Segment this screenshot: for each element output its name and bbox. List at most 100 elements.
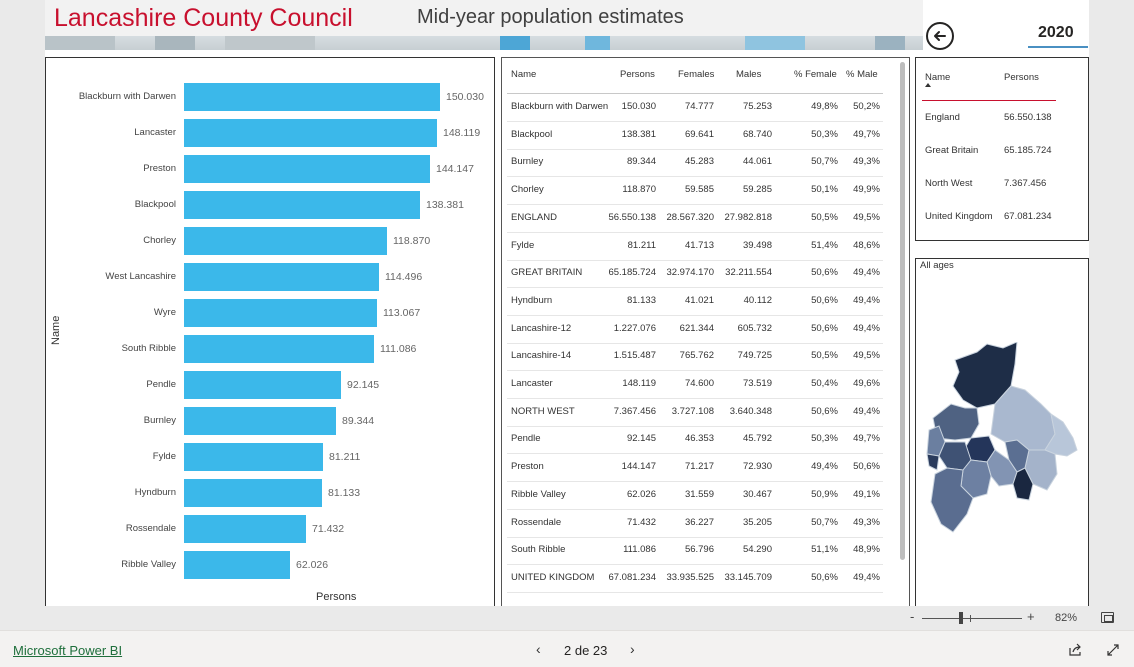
table-column-header[interactable]: Males	[736, 69, 761, 80]
bar-value-label: 118.870	[393, 235, 431, 247]
back-button[interactable]	[926, 22, 954, 50]
bar-value-label: 81.133	[328, 487, 361, 499]
bar-value-label: 62.026	[296, 559, 329, 571]
bar[interactable]	[184, 551, 290, 579]
next-page-button[interactable]: ›	[630, 641, 635, 657]
map-region-blackpool	[926, 453, 940, 471]
table-row-name: Burnley	[511, 156, 544, 167]
comparison-column-header[interactable]: Name	[925, 72, 950, 83]
bar-category-label: Preston	[143, 163, 176, 174]
comparison-column-header[interactable]: Persons	[1004, 72, 1039, 83]
bar[interactable]	[184, 119, 437, 147]
table-column-header[interactable]: Persons	[620, 69, 655, 80]
bar-category-label: Blackburn with Darwen	[78, 91, 176, 102]
zoom-out-button[interactable]: -	[910, 609, 914, 624]
comparison-row-name: United Kingdom	[925, 211, 993, 222]
table-row-name: Lancaster	[511, 378, 553, 389]
bar[interactable]	[184, 299, 377, 327]
table-row-name: GREAT BRITAIN	[511, 267, 583, 278]
bar-category-label: Blackpool	[134, 199, 176, 210]
table-row-separator	[507, 509, 883, 510]
table-row-separator	[507, 537, 883, 538]
zoom-in-button[interactable]: +	[1027, 609, 1035, 624]
back-arrow-icon	[934, 31, 946, 41]
table-row-name: UNITED KINGDOM	[511, 572, 595, 583]
bar[interactable]	[184, 263, 379, 291]
bar-value-label: 144.147	[436, 163, 474, 175]
table-row-separator	[507, 564, 883, 565]
bar-value-label: 92.145	[347, 379, 380, 391]
bar[interactable]	[184, 227, 387, 255]
bar-category-label: Hyndburn	[134, 487, 176, 498]
table-cell: 49,7%	[853, 129, 880, 140]
table-row-separator	[507, 121, 883, 122]
y-axis-title: Name	[50, 315, 62, 345]
table-row-separator	[507, 426, 883, 427]
table-cell: 49,3%	[853, 517, 880, 528]
table-row-separator	[507, 398, 883, 399]
lancashire-choropleth-map[interactable]	[925, 342, 1080, 537]
table-cell: 49,5%	[853, 212, 880, 223]
bar[interactable]	[184, 515, 306, 543]
sort-ascending-icon	[925, 83, 931, 87]
table-row-separator	[507, 453, 883, 454]
bar[interactable]	[184, 335, 374, 363]
bar[interactable]	[184, 83, 440, 111]
comparison-row-value: 67.081.234	[1004, 211, 1052, 222]
bar-value-label: 81.211	[329, 451, 361, 463]
comparison-row-name: North West	[925, 178, 973, 189]
table-row-separator	[507, 315, 883, 316]
bar[interactable]	[184, 155, 430, 183]
table-row-separator	[507, 149, 883, 150]
table-scrollbar[interactable]	[900, 62, 905, 560]
report-subtitle: Mid-year population estimates	[417, 6, 684, 28]
table-row-name: NORTH WEST	[511, 406, 575, 417]
table-row-name: Lancashire-14	[511, 350, 572, 361]
bar-value-label: 148.119	[443, 127, 481, 139]
table-cell: 49,4%	[853, 295, 880, 306]
table-row-name: Ribble Valley	[511, 489, 566, 500]
table-cell: 72.930	[742, 461, 772, 472]
bar[interactable]	[184, 191, 420, 219]
bar-category-label: Wyre	[153, 307, 176, 318]
zoom-slider-track[interactable]	[922, 618, 1022, 619]
previous-page-button[interactable]: ‹	[536, 641, 541, 657]
table-row-name: Preston	[511, 461, 544, 472]
share-icon[interactable]	[1068, 643, 1082, 657]
zoom-slider-tick	[970, 615, 971, 622]
table-row-separator	[507, 592, 883, 593]
bar-value-label: 138.381	[426, 199, 464, 211]
table-cell: 30.467	[742, 489, 772, 500]
year-slicer[interactable]: 2020	[1028, 20, 1088, 48]
table-row-separator	[507, 260, 883, 261]
table-cell: 50,6%	[853, 461, 880, 472]
bar[interactable]	[184, 443, 323, 471]
table-cell: 33.145.709	[724, 572, 772, 583]
table-row-separator	[507, 287, 883, 288]
bar[interactable]	[184, 371, 341, 399]
table-row-separator	[507, 370, 883, 371]
table-column-header[interactable]: Name	[511, 69, 536, 80]
table-cell: 749.725	[737, 350, 772, 361]
table-cell: 27.982.818	[724, 212, 772, 223]
zoom-slider-thumb[interactable]	[959, 612, 963, 624]
fit-to-page-icon[interactable]	[1101, 612, 1114, 623]
report-title: Lancashire County Council	[54, 4, 353, 32]
power-bi-link[interactable]: Microsoft Power BI	[13, 643, 122, 658]
bar-category-label: Chorley	[143, 235, 176, 246]
table-column-header[interactable]: % Male	[846, 69, 878, 80]
table-row-name: Blackpool	[511, 129, 553, 140]
table-column-header[interactable]: % Female	[794, 69, 837, 80]
map-title: All ages	[920, 260, 954, 271]
table-cell: 49,4%	[853, 406, 880, 417]
bar-value-label: 113.067	[383, 307, 421, 319]
comparison-row-name: England	[925, 112, 960, 123]
bar-category-label: Rossendale	[125, 523, 176, 534]
table-column-header[interactable]: Females	[678, 69, 714, 80]
bar[interactable]	[184, 407, 336, 435]
bar[interactable]	[184, 479, 322, 507]
bar-category-label: Fylde	[152, 451, 176, 462]
table-row-name: South Ribble	[511, 544, 566, 555]
table-cell: 49,4%	[853, 323, 880, 334]
expand-icon[interactable]	[1106, 643, 1120, 657]
